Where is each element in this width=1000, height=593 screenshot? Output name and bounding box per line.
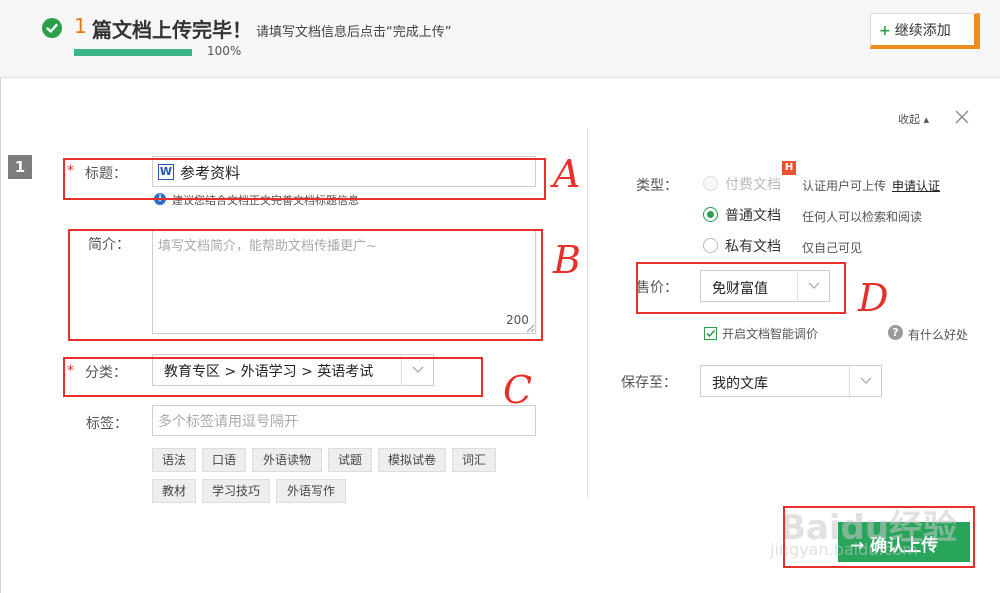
benefit-link[interactable]: 有什么好处 <box>908 326 968 343</box>
panel-border <box>0 78 1 593</box>
tags-placeholder: 多个标签请用逗号隔开 <box>158 414 298 430</box>
close-icon[interactable] <box>955 110 969 124</box>
tag-chip[interactable]: 外语写作 <box>276 479 346 503</box>
upload-progress-fill <box>74 49 192 56</box>
save-to-value: 我的文库 <box>712 376 768 392</box>
upload-count: 1 <box>74 14 87 38</box>
question-icon: ? <box>888 325 903 340</box>
upload-progress-text: 100% <box>207 44 242 58</box>
smart-price-label[interactable]: 开启文档智能调价 <box>722 325 818 342</box>
normal-doc-desc: 任何人可以检索和阅读 <box>802 210 923 224</box>
tag-chip[interactable]: 词汇 <box>452 448 496 472</box>
paid-doc-radio <box>703 176 718 191</box>
tag-chip[interactable]: 语法 <box>152 448 196 472</box>
annotation-box-c <box>63 357 483 397</box>
document-index: 1 <box>8 155 32 179</box>
private-doc-label[interactable]: 私有文档 <box>725 236 781 256</box>
normal-doc-label[interactable]: 普通文档 <box>725 205 781 225</box>
chevron-down-icon <box>849 366 881 396</box>
collapse-label: 收起 <box>898 113 920 126</box>
hot-badge: H <box>782 161 796 175</box>
annotation-box-b <box>68 229 543 341</box>
caret-up-icon: ▴ <box>923 113 930 126</box>
tag-chip[interactable]: 试题 <box>328 448 372 472</box>
smart-price-checkbox[interactable] <box>704 327 717 340</box>
apply-certification-link[interactable]: 申请认证 <box>892 177 940 194</box>
tag-chip[interactable]: 学习技巧 <box>202 479 270 503</box>
paid-doc-desc: 认证用户可上传 <box>802 179 887 193</box>
tag-chip[interactable]: 外语读物 <box>252 448 322 472</box>
plus-icon: + <box>879 23 891 39</box>
normal-doc-radio[interactable] <box>703 207 718 222</box>
annotation-letter-a: A <box>553 152 581 196</box>
annotation-box-d <box>636 262 846 314</box>
tag-chip[interactable]: 口语 <box>202 448 246 472</box>
column-divider <box>587 128 588 498</box>
paid-doc-label: 付费文档 <box>725 177 781 193</box>
annotation-letter-b: B <box>553 238 581 282</box>
upload-title: 篇文档上传完毕！ <box>92 18 252 42</box>
upload-progress-bar <box>74 49 192 56</box>
continue-add-label: 继续添加 <box>894 23 951 39</box>
tag-chip[interactable]: 模拟试卷 <box>378 448 446 472</box>
upload-hint: 请填写文档信息后点击“完成上传” <box>256 25 452 40</box>
check-circle-icon <box>42 18 62 38</box>
tags-label: 标签： <box>86 416 128 432</box>
tag-chip[interactable]: 教材 <box>152 479 196 503</box>
annotation-box-confirm <box>783 506 975 568</box>
continue-add-button[interactable]: + 继续添加 <box>870 13 980 49</box>
collapse-button[interactable]: 收起 ▴ <box>898 111 929 127</box>
save-to-label: 保存至： <box>621 375 677 391</box>
annotation-box-a <box>63 158 546 200</box>
private-doc-desc: 仅自己可见 <box>802 241 863 255</box>
annotation-letter-d: D <box>858 276 889 320</box>
annotation-letter-c: C <box>503 368 533 412</box>
private-doc-radio[interactable] <box>703 238 718 253</box>
type-label: 类型： <box>636 178 678 194</box>
